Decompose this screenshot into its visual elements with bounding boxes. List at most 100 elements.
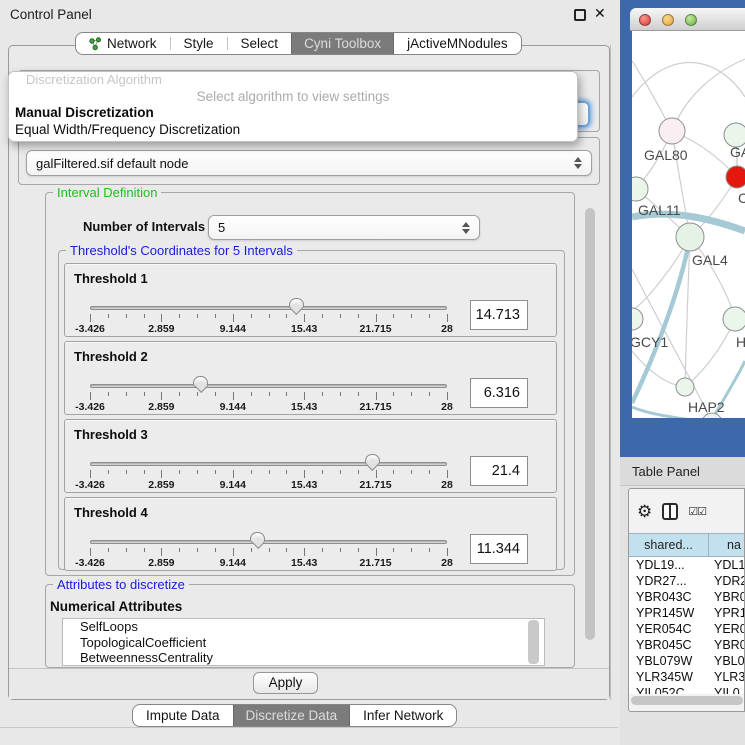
horizontal-scrollbar[interactable] bbox=[631, 696, 743, 705]
tick-mark bbox=[161, 548, 162, 556]
tick-mark bbox=[90, 392, 91, 400]
table-row[interactable]: YIL052CYIL0 bbox=[629, 685, 745, 694]
table-row[interactable]: YDL19...YDL1 bbox=[629, 557, 745, 573]
tick-mark bbox=[251, 314, 252, 318]
tick-mark bbox=[358, 548, 359, 552]
table-row[interactable]: YBR043CYBR0 bbox=[629, 589, 745, 605]
number-of-intervals-combobox[interactable]: 5 bbox=[208, 215, 480, 240]
tab-discretize-data[interactable]: Discretize Data bbox=[233, 705, 351, 726]
table-row[interactable]: YBL079WYBL0 bbox=[629, 653, 745, 669]
cell-name: YPR1 bbox=[709, 605, 745, 621]
tab-cyni-toolbox[interactable]: Cyni Toolbox bbox=[291, 33, 394, 54]
tick-mark bbox=[233, 392, 234, 400]
threshold-value-field[interactable]: 21.4 bbox=[470, 456, 528, 486]
network-node[interactable] bbox=[723, 307, 745, 331]
column-header-shared[interactable]: shared... bbox=[629, 533, 709, 557]
attributes-group-title: Attributes to discretize bbox=[53, 577, 189, 592]
tick-mark bbox=[233, 470, 234, 478]
tab-label: Cyni Toolbox bbox=[304, 36, 381, 51]
network-node[interactable] bbox=[726, 166, 745, 188]
attribute-list-item[interactable]: TopologicalCoefficient bbox=[63, 635, 544, 651]
tab-jactivemnodules[interactable]: jActiveMNodules bbox=[394, 33, 521, 54]
tick-mark bbox=[215, 548, 216, 552]
node-label: GAL4 bbox=[692, 252, 728, 268]
algorithm-option-manual[interactable]: Manual Discretization bbox=[15, 105, 154, 120]
slider-thumb[interactable] bbox=[365, 454, 380, 465]
attribute-list-item[interactable]: SelfLoops bbox=[63, 619, 544, 635]
network-node[interactable] bbox=[676, 378, 694, 396]
tick-mark bbox=[269, 392, 270, 396]
slider-track[interactable] bbox=[90, 306, 447, 310]
column-header-name[interactable]: na bbox=[709, 533, 745, 557]
slider-track[interactable] bbox=[90, 462, 447, 466]
table-row[interactable]: YPR145WYPR1 bbox=[629, 605, 745, 621]
cell-name: YLR3 bbox=[709, 669, 745, 685]
threshold-value-field[interactable]: 6.316 bbox=[470, 378, 528, 408]
tick-mark bbox=[429, 548, 430, 552]
thresholds-group-title: Threshold's Coordinates for 5 Intervals bbox=[66, 243, 297, 258]
network-graph: GAL80GACGAL11GAL4GCY1HHAP2 bbox=[632, 31, 745, 418]
minimize-traffic-light-icon[interactable] bbox=[662, 14, 674, 26]
apply-button[interactable]: Apply bbox=[253, 672, 318, 694]
slider-thumb[interactable] bbox=[250, 532, 265, 543]
tick-label: 28 bbox=[417, 401, 477, 413]
tick-mark bbox=[126, 548, 127, 552]
attributes-list-scrollbar[interactable] bbox=[528, 620, 539, 664]
network-view-canvas[interactable]: GAL80GACGAL11GAL4GCY1HHAP2 bbox=[632, 31, 745, 418]
tab-network[interactable]: Network bbox=[76, 33, 170, 54]
stepper-arrows-icon bbox=[462, 222, 470, 234]
tab-select[interactable]: Select bbox=[228, 33, 292, 54]
table-data-group: Table Data bbox=[18, 137, 600, 185]
gear-icon[interactable]: ⚙ bbox=[637, 503, 652, 520]
checkbox-icons[interactable]: ☑☑ bbox=[688, 505, 706, 518]
table-row[interactable]: YLR345WYLR3 bbox=[629, 669, 745, 685]
tick-mark bbox=[358, 314, 359, 318]
tick-label: 21.715 bbox=[346, 401, 406, 413]
threshold-value-field[interactable]: 11.344 bbox=[470, 534, 528, 564]
attribute-list-item[interactable]: BetweennessCentrality bbox=[63, 650, 544, 666]
tick-mark bbox=[108, 392, 109, 396]
tick-mark bbox=[144, 470, 145, 474]
column-view-icon[interactable] bbox=[662, 503, 678, 520]
zoom-traffic-light-icon[interactable] bbox=[685, 14, 697, 26]
network-node[interactable] bbox=[659, 118, 685, 144]
tick-label: 21.715 bbox=[346, 479, 406, 491]
vertical-scrollbar[interactable] bbox=[585, 208, 595, 640]
interval-definition-title: Interval Definition bbox=[53, 185, 161, 200]
network-node[interactable] bbox=[676, 223, 704, 251]
network-window-titlebar[interactable] bbox=[630, 8, 745, 31]
slider-track[interactable] bbox=[90, 384, 447, 388]
slider-thumb[interactable] bbox=[193, 376, 208, 387]
tick-label: 2.859 bbox=[131, 401, 191, 413]
close-icon[interactable]: ✕ bbox=[594, 5, 606, 22]
tick-mark bbox=[447, 470, 448, 478]
cyni-mode-tabs: Impute Data Discretize Data Infer Networ… bbox=[132, 704, 457, 727]
tick-label: 9.144 bbox=[203, 479, 263, 491]
table-row[interactable]: YER054CYER0 bbox=[629, 621, 745, 637]
algorithm-option-equal-width[interactable]: Equal Width/Frequency Discretization bbox=[15, 122, 240, 137]
numerical-attributes-list[interactable]: SelfLoopsTopologicalCoefficientBetweenne… bbox=[62, 618, 545, 666]
tick-mark bbox=[447, 392, 448, 400]
tick-label: 28 bbox=[417, 557, 477, 569]
float-window-icon[interactable] bbox=[574, 9, 586, 21]
threshold-panel: Threshold 3 21.4 -3.4262.8599.14415.4321… bbox=[64, 419, 557, 493]
tab-label: Style bbox=[184, 36, 214, 51]
network-node[interactable] bbox=[632, 308, 643, 330]
tab-impute-data[interactable]: Impute Data bbox=[133, 705, 233, 726]
table-row[interactable]: YDR27...YDR2 bbox=[629, 573, 745, 589]
slider-track[interactable] bbox=[90, 540, 447, 544]
close-traffic-light-icon[interactable] bbox=[639, 14, 651, 26]
node-label: GAL80 bbox=[644, 147, 688, 163]
tick-label: 2.859 bbox=[131, 557, 191, 569]
cell-shared-name: YBR045C bbox=[629, 637, 709, 653]
tick-mark bbox=[161, 470, 162, 478]
tab-infer-network[interactable]: Infer Network bbox=[350, 705, 456, 726]
table-rows[interactable]: YDL19...YDL1YDR27...YDR2YBR043CYBR0YPR14… bbox=[629, 557, 745, 694]
tick-mark bbox=[322, 548, 323, 552]
tab-style[interactable]: Style bbox=[171, 33, 227, 54]
threshold-value-field[interactable]: 14.713 bbox=[470, 300, 528, 330]
tick-mark bbox=[90, 314, 91, 322]
slider-thumb[interactable] bbox=[289, 298, 304, 309]
cell-shared-name: YBR043C bbox=[629, 589, 709, 605]
table-row[interactable]: YBR045CYBR0 bbox=[629, 637, 745, 653]
